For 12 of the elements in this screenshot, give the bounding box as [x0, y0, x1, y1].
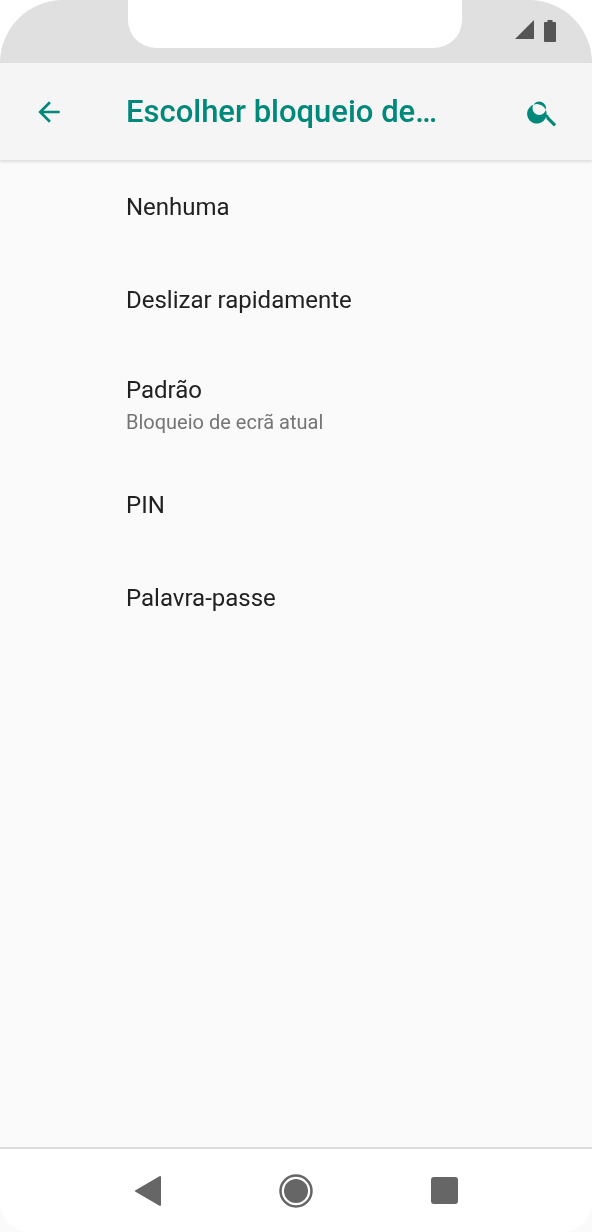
circle-icon [279, 1173, 313, 1208]
option-subtitle: Bloqueio de ecrã atual [126, 410, 325, 434]
lock-option[interactable]: Nenhuma [126, 192, 592, 221]
square-icon [430, 1177, 458, 1204]
triangle-icon [135, 1175, 161, 1206]
lock-option[interactable]: PIN [126, 490, 592, 519]
screen-title: Escolher bloqueio de… [126, 93, 439, 130]
lock-option[interactable]: Padrão [126, 376, 592, 404]
battery-icon [544, 20, 556, 42]
lock-option[interactable]: Deslizar rapidamente [126, 285, 592, 314]
lock-option[interactable]: Palavra-passe [126, 583, 592, 612]
signal-icon [515, 20, 534, 39]
